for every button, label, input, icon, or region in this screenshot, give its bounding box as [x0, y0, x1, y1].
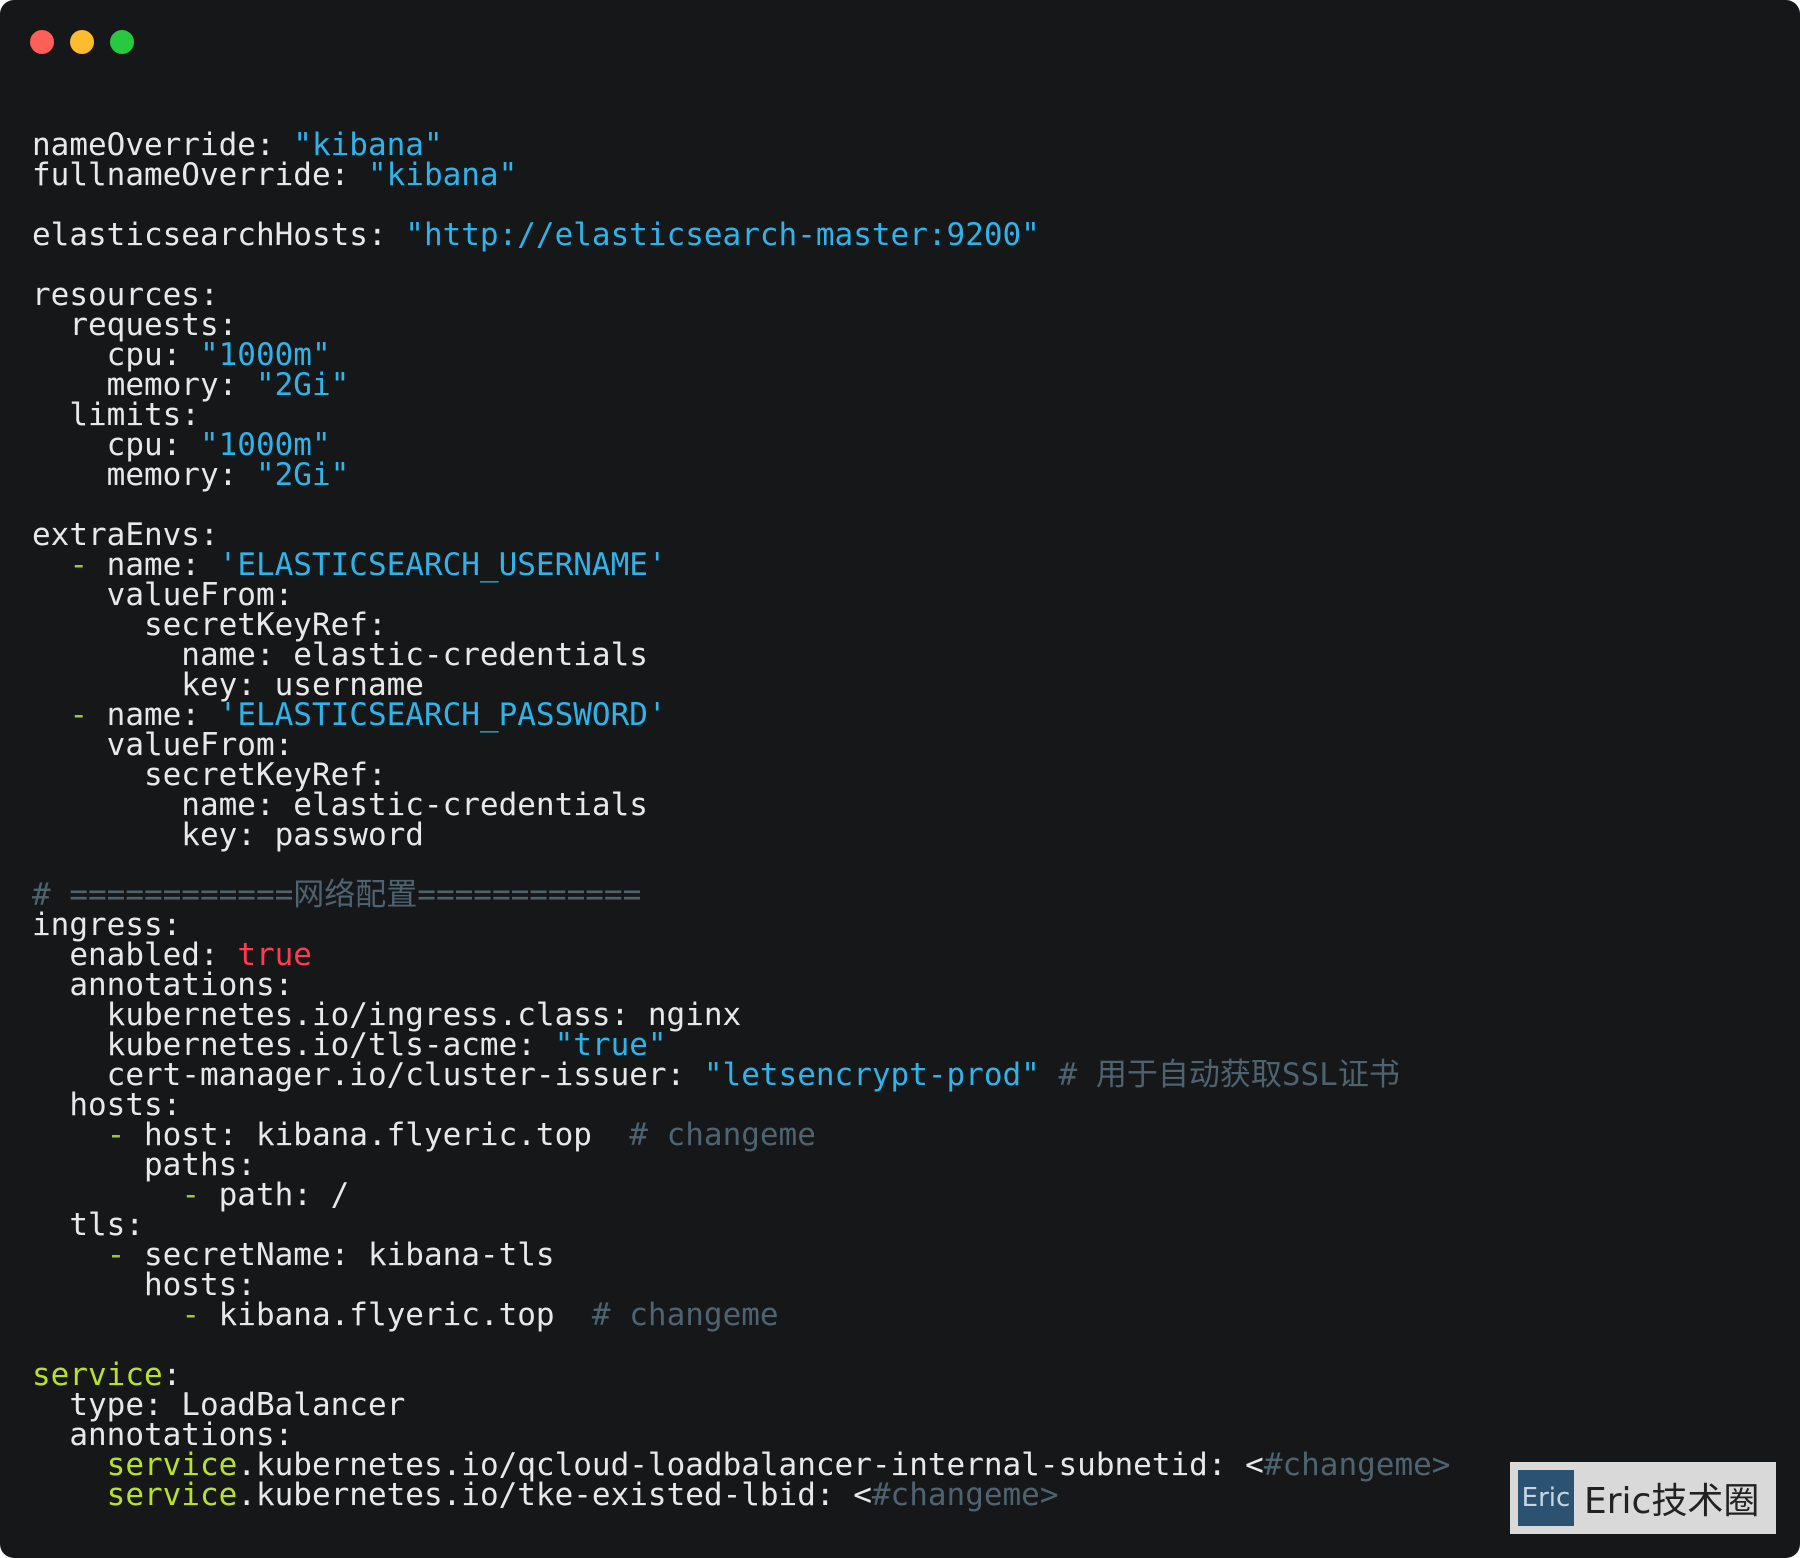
code-line: type: LoadBalancer — [32, 1390, 1450, 1421]
code-line: - name: 'ELASTICSEARCH_PASSWORD' — [32, 700, 1450, 731]
code-line: service.kubernetes.io/tke-existed-lbid: … — [32, 1477, 1450, 1513]
code-line: valueFrom: — [32, 730, 1450, 761]
code-line: requests: — [32, 310, 1450, 341]
close-window-button[interactable] — [30, 30, 54, 54]
code-token: "http://elasticsearch-master:9200" — [405, 217, 1040, 253]
code-token: - — [181, 1297, 200, 1333]
code-line: fullnameOverride: "kibana" — [32, 157, 1450, 193]
code-token: # changeme — [591, 1297, 779, 1333]
code-line: - secretName: kibana-tls — [32, 1240, 1450, 1271]
watermark-logo: Eric — [1518, 1470, 1574, 1526]
code-line: extraEnvs: — [32, 520, 1450, 551]
code-line: name: elastic-credentials — [32, 640, 1450, 671]
minimize-window-button[interactable] — [70, 30, 94, 54]
code-line: key: password — [32, 817, 1450, 853]
code-token: "2Gi" — [255, 367, 350, 403]
code-token: fullnameOverride: — [32, 157, 368, 193]
zoom-window-button[interactable] — [110, 30, 134, 54]
code-line: # ============网络配置============ — [32, 880, 1450, 911]
code-line: paths: — [32, 1150, 1450, 1181]
code-token: #changeme> — [871, 1477, 1059, 1513]
code-window: nameOverride: "kibana" fullnameOverride: … — [0, 0, 1800, 1558]
code-line: - host: kibana.flyeric.top # changeme — [32, 1117, 1450, 1153]
code-line: memory: "2Gi" — [32, 367, 1450, 403]
code-block: nameOverride: "kibana" fullnameOverride: … — [32, 130, 1451, 1513]
code-line: kubernetes.io/ingress.class: nginx — [32, 1000, 1450, 1031]
watermark-label: Eric技术圈 — [1584, 1481, 1760, 1522]
traffic-lights — [30, 30, 134, 54]
code-line: valueFrom: — [32, 580, 1450, 611]
code-line: ingress: — [32, 910, 1450, 941]
code-line: cpu: "1000m" — [32, 340, 1450, 371]
code-line: annotations: — [32, 970, 1450, 1001]
code-line: tls: — [32, 1210, 1450, 1241]
code-token: "2Gi" — [255, 457, 350, 493]
code-token: key: password — [32, 817, 424, 853]
code-line: elasticsearchHosts: "http://elasticsearc… — [32, 217, 1450, 253]
code-line: cpu: "1000m" — [32, 430, 1450, 461]
watermark: Eric Eric技术圈 — [1510, 1462, 1776, 1534]
code-token: # 用于自动获取SSL证书 — [1039, 1057, 1400, 1093]
code-line: service: — [32, 1360, 1450, 1391]
code-line: annotations: — [32, 1420, 1450, 1451]
code-line: - path: / — [32, 1177, 1450, 1213]
code-token: #changeme> — [1263, 1447, 1451, 1483]
code-line: resources: — [32, 280, 1450, 311]
code-line: nameOverride: "kibana" — [32, 130, 1450, 161]
code-token: "letsencrypt-prod" — [703, 1057, 1040, 1093]
code-line: secretKeyRef: — [32, 610, 1450, 641]
code-line: - name: 'ELASTICSEARCH_USERNAME' — [32, 550, 1450, 581]
code-token: "kibana" — [367, 157, 518, 193]
code-token: memory: — [32, 457, 256, 493]
code-token: service — [106, 1477, 238, 1513]
code-line: kubernetes.io/tls-acme: "true" — [32, 1030, 1450, 1061]
code-line: - kibana.flyeric.top # changeme — [32, 1297, 1450, 1333]
code-line: key: username — [32, 670, 1450, 701]
code-line: cert-manager.io/cluster-issuer: "letsenc… — [32, 1057, 1450, 1093]
code-line: hosts: — [32, 1090, 1450, 1121]
code-line: service.kubernetes.io/qcloud-loadbalance… — [32, 1447, 1451, 1483]
code-token: kibana.flyeric.top — [199, 1297, 592, 1333]
code-token: # changeme — [629, 1117, 816, 1153]
code-line: enabled: true — [32, 940, 1450, 971]
code-line: name: elastic-credentials — [32, 790, 1450, 821]
code-token: elasticsearchHosts: — [32, 217, 406, 253]
code-token: - — [181, 1177, 200, 1213]
code-line: limits: — [32, 400, 1450, 431]
code-token: .kubernetes.io/tke-existed-lbid: < — [237, 1477, 872, 1513]
code-line: secretKeyRef: — [32, 760, 1450, 791]
code-line: memory: "2Gi" — [32, 457, 1450, 493]
code-line: hosts: — [32, 1270, 1450, 1301]
code-token: path: / — [199, 1177, 350, 1213]
